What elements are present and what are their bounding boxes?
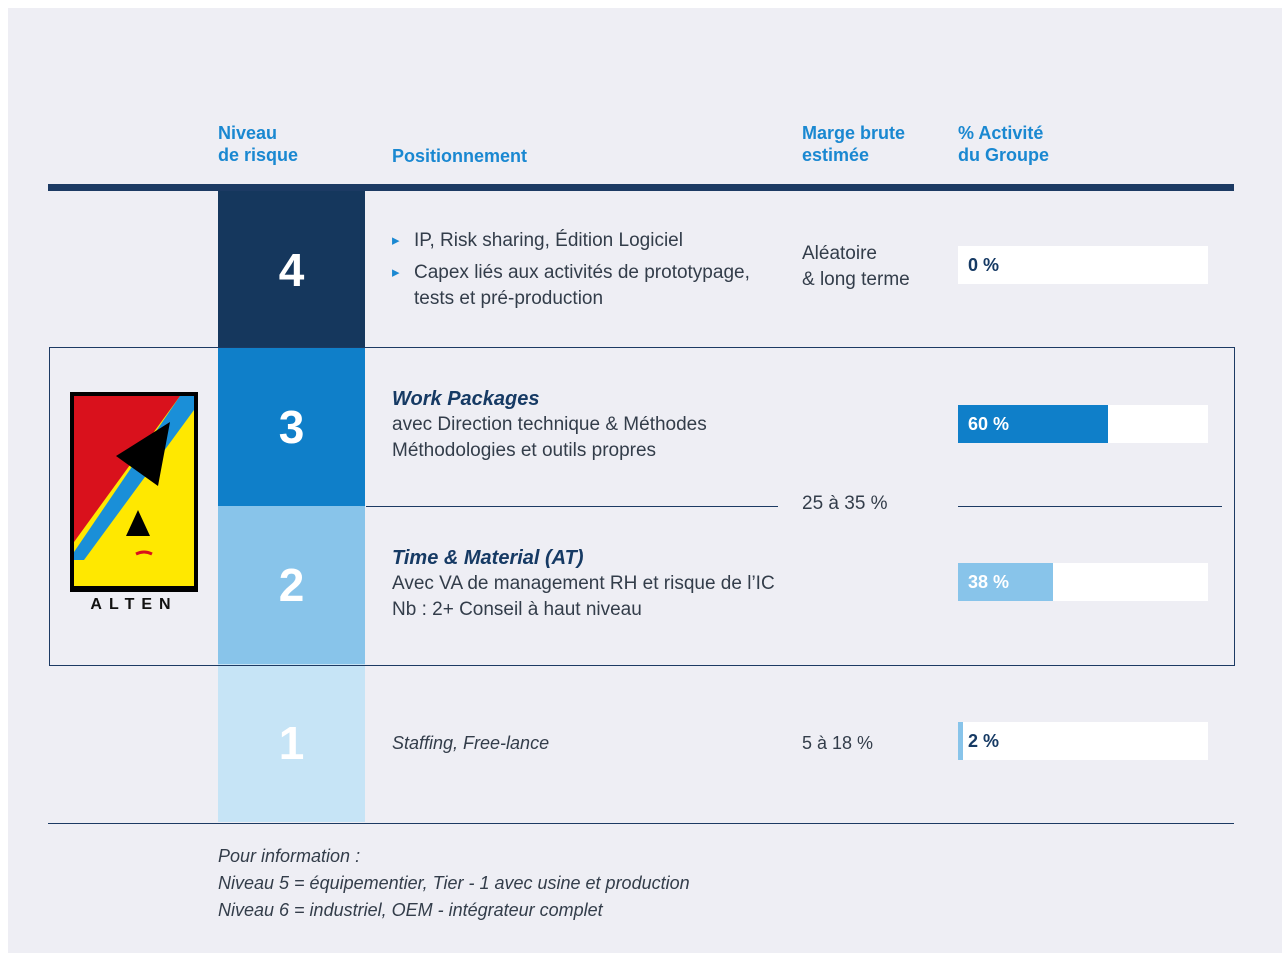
row-2-line-1: Avec VA de management RH et risque de l’…	[392, 573, 775, 594]
header-risk-level: Niveau de risque	[218, 123, 299, 165]
level-4-block: 4	[218, 191, 365, 348]
activity-bar-3: 60 %	[958, 405, 1208, 443]
row-3-title: Work Packages	[392, 388, 540, 410]
row-2-line-2: Nb : 2+ Conseil à haut niveau	[392, 599, 642, 620]
row-divider-right	[958, 506, 1222, 507]
activity-bar-3-label: 60 %	[968, 414, 1010, 434]
row-3-line-1: avec Direction technique & Méthodes	[392, 414, 707, 435]
alten-logo: ALTEN	[70, 392, 198, 613]
header-activity: % Activité du Groupe	[958, 123, 1049, 165]
row-2-title: Time & Material (AT)	[392, 547, 584, 569]
header-rule	[48, 184, 1234, 191]
row-3-line-2: Méthodologies et outils propres	[392, 440, 657, 461]
row-2-positioning: Time & Material (AT) Avec VA de manageme…	[392, 545, 792, 623]
activity-bar-4-label: 0 %	[968, 255, 1000, 275]
activity-bar-1: 2 %	[958, 722, 1208, 760]
level-4-number: 4	[278, 243, 305, 296]
row-divider-left	[366, 506, 778, 507]
row-1-margin: 5 à 18 %	[802, 733, 874, 753]
shared-margin: 25 à 35 %	[802, 493, 888, 514]
row-4-positioning: IP, Risk sharing, Édition Logiciel Capex…	[392, 228, 782, 312]
info-note: Pour information : Niveau 5 = équipement…	[218, 843, 690, 924]
activity-bar-2-label: 38 %	[968, 572, 1010, 592]
header-positioning: Positionnement	[392, 146, 528, 166]
info-note-line-3: Niveau 6 = industriel, OEM - intégrateur…	[218, 900, 603, 920]
row-1-positioning: Staffing, Free-lance	[392, 733, 550, 753]
activity-bar-1-label: 2 %	[968, 731, 1000, 751]
row-4-bullet-1: IP, Risk sharing, Édition Logiciel	[392, 228, 782, 254]
info-note-line-2: Niveau 5 = équipementier, Tier - 1 avec …	[218, 873, 690, 893]
level-1-block: 1	[218, 664, 365, 822]
level-1-number: 1	[278, 717, 305, 769]
row-4-margin: Aléatoire & long terme	[802, 243, 910, 290]
alten-logo-graphic	[70, 392, 198, 592]
bottom-rule	[48, 823, 1234, 824]
row-3-positioning: Work Packages avec Direction technique &…	[392, 386, 782, 464]
activity-bar-2: 38 %	[958, 563, 1208, 601]
activity-bar-1-fill	[958, 722, 963, 760]
row-4-bullet-2: Capex liés aux activités de prototypage,…	[392, 260, 782, 312]
activity-bar-4: 0 %	[958, 246, 1208, 284]
info-note-line-1: Pour information :	[218, 846, 361, 866]
alten-logo-text: ALTEN	[90, 596, 178, 613]
header-margin: Marge brute estimée	[802, 123, 906, 165]
